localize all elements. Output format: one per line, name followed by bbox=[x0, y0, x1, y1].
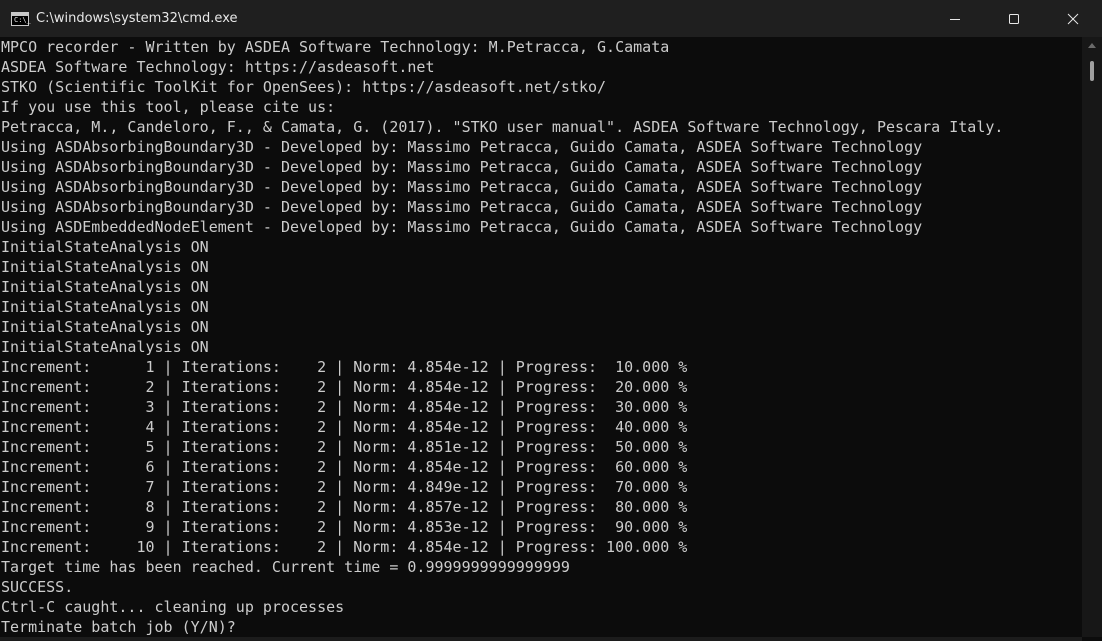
close-button[interactable] bbox=[1043, 0, 1102, 37]
console-line: Using ASDEmbeddedNodeElement - Developed… bbox=[1, 218, 923, 236]
console-line: Increment: 10 | Iterations: 2 | Norm: 4.… bbox=[1, 538, 688, 556]
console-line: ASDEA Software Technology: https://asdea… bbox=[1, 58, 435, 76]
cmd-window: C:\_ C:\windows\system32\cmd.exe MPCO re… bbox=[0, 0, 1102, 641]
console-line: Increment: 2 | Iterations: 2 | Norm: 4.8… bbox=[1, 378, 688, 396]
horizontal-scrollbar[interactable] bbox=[0, 637, 1082, 641]
console-line: SUCCESS. bbox=[1, 578, 74, 596]
console-line: If you use this tool, please cite us: bbox=[1, 98, 336, 116]
scroll-thumb[interactable] bbox=[1090, 61, 1094, 81]
console-line: Increment: 6 | Iterations: 2 | Norm: 4.8… bbox=[1, 458, 688, 476]
console-line: Increment: 3 | Iterations: 2 | Norm: 4.8… bbox=[1, 398, 688, 416]
title-bar[interactable]: C:\_ C:\windows\system32\cmd.exe bbox=[0, 0, 1102, 37]
console-line: InitialStateAnalysis ON bbox=[1, 238, 209, 256]
cmd-icon[interactable]: C:\_ bbox=[11, 11, 31, 26]
close-icon bbox=[1067, 13, 1078, 24]
console-line: Increment: 9 | Iterations: 2 | Norm: 4.8… bbox=[1, 518, 688, 536]
console-line: MPCO recorder - Written by ASDEA Softwar… bbox=[1, 38, 670, 56]
console-output[interactable]: MPCO recorder - Written by ASDEA Softwar… bbox=[0, 37, 1082, 637]
scroll-up-arrow-icon[interactable] bbox=[1088, 43, 1096, 48]
maximize-icon bbox=[1008, 13, 1019, 24]
console-line: Using ASDAbsorbingBoundary3D - Developed… bbox=[1, 158, 923, 176]
minimize-icon bbox=[949, 18, 960, 20]
console-line: Using ASDAbsorbingBoundary3D - Developed… bbox=[1, 198, 923, 216]
console-line: InitialStateAnalysis ON bbox=[1, 278, 209, 296]
console-line: Ctrl-C caught... cleaning up processes bbox=[1, 598, 345, 616]
console-line: Terminate batch job (Y/N)? bbox=[1, 618, 236, 636]
console-line: Increment: 8 | Iterations: 2 | Norm: 4.8… bbox=[1, 498, 688, 516]
cmd-icon-glyph: C:\_ bbox=[14, 15, 31, 24]
console-line: InitialStateAnalysis ON bbox=[1, 318, 209, 336]
console-line: Increment: 1 | Iterations: 2 | Norm: 4.8… bbox=[1, 358, 688, 376]
console-line: Using ASDAbsorbingBoundary3D - Developed… bbox=[1, 178, 923, 196]
console-line: Increment: 4 | Iterations: 2 | Norm: 4.8… bbox=[1, 418, 688, 436]
console-line: Increment: 7 | Iterations: 2 | Norm: 4.8… bbox=[1, 478, 688, 496]
console-line: Target time has been reached. Current ti… bbox=[1, 558, 570, 576]
console-line: Petracca, M., Candeloro, F., & Camata, G… bbox=[1, 118, 1004, 136]
console-line: InitialStateAnalysis ON bbox=[1, 338, 209, 356]
minimize-button[interactable] bbox=[925, 0, 984, 37]
maximize-button[interactable] bbox=[984, 0, 1043, 37]
vertical-scrollbar[interactable] bbox=[1082, 37, 1102, 637]
console-line: InitialStateAnalysis ON bbox=[1, 258, 209, 276]
console-line: InitialStateAnalysis ON bbox=[1, 298, 209, 316]
console-line: Increment: 5 | Iterations: 2 | Norm: 4.8… bbox=[1, 438, 688, 456]
console-line: STKO (Scientific ToolKit for OpenSees): … bbox=[1, 78, 607, 96]
caption-buttons bbox=[925, 0, 1102, 37]
console-line: Using ASDAbsorbingBoundary3D - Developed… bbox=[1, 138, 923, 156]
window-title: C:\windows\system32\cmd.exe bbox=[36, 11, 238, 26]
